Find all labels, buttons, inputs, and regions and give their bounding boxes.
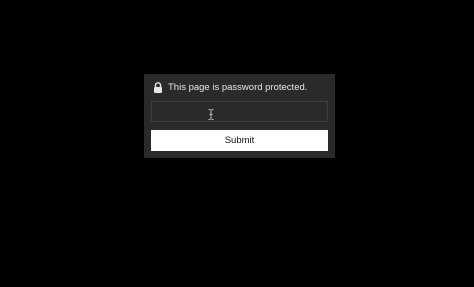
submit-button[interactable]: Submit — [151, 130, 328, 151]
text-cursor-icon — [208, 107, 214, 120]
password-input[interactable] — [151, 101, 328, 122]
dialog-heading: This page is password protected. — [153, 82, 307, 93]
password-dialog: This page is password protected. Submit — [144, 74, 335, 158]
lock-icon — [153, 82, 163, 93]
protected-message: This page is password protected. — [168, 82, 308, 93]
